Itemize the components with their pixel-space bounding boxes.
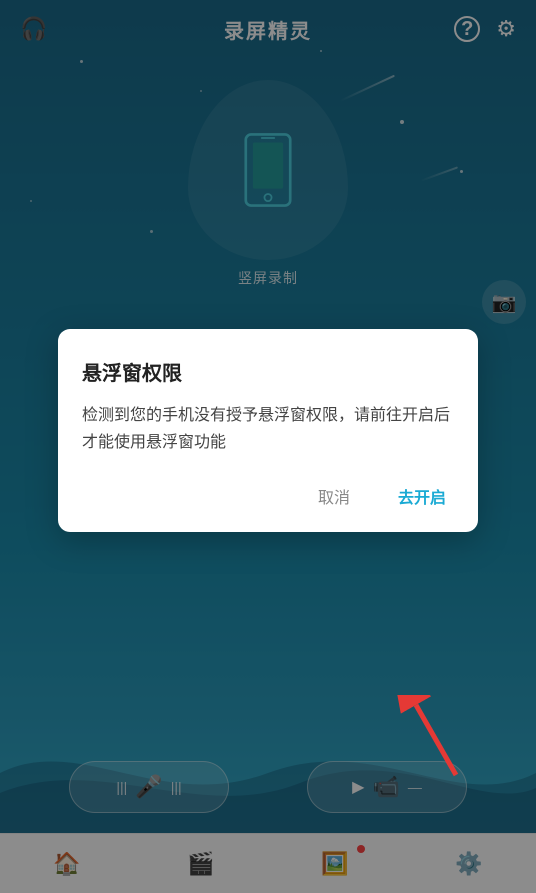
cancel-button[interactable]: 取消	[310, 480, 358, 512]
dialog-title: 悬浮窗权限	[82, 357, 454, 386]
dialog-body: 检测到您的手机没有授予悬浮窗权限，请前往开启后才能使用悬浮窗功能	[82, 402, 454, 456]
permission-dialog: 悬浮窗权限 检测到您的手机没有授予悬浮窗权限，请前往开启后才能使用悬浮窗功能 取…	[58, 329, 478, 532]
confirm-button[interactable]: 去开启	[390, 480, 454, 512]
dialog-actions: 取消 去开启	[82, 480, 454, 512]
